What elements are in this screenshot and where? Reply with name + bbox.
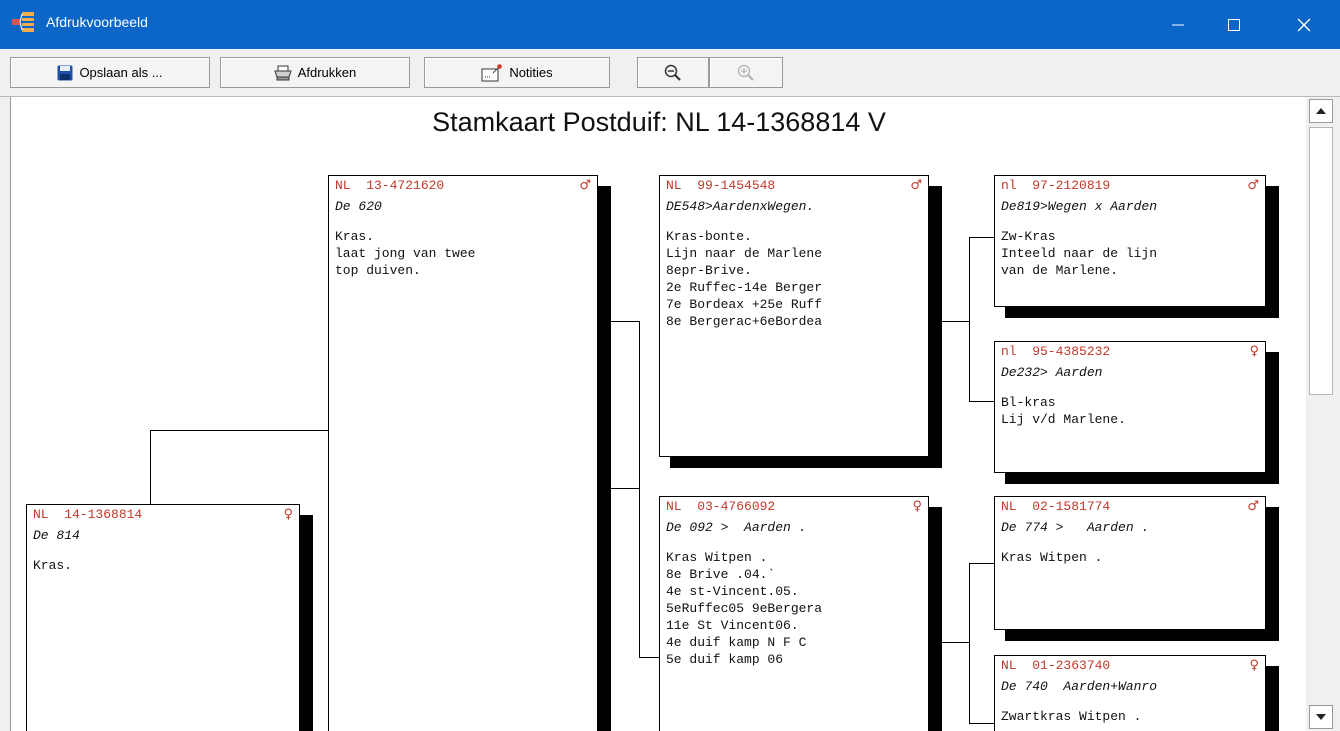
print-button[interactable]: Afdrukken [220,57,410,88]
title-bar: Afdrukvoorbeeld [0,0,1340,49]
close-icon [1297,18,1311,31]
pigeon-name: De819>Wegen x Aarden [1001,199,1158,214]
scroll-thumb[interactable] [1309,127,1333,395]
app-icon [12,12,34,32]
connector-line [150,430,151,505]
minimize-button[interactable] [1150,0,1206,49]
pigeon-name: De232> Aarden [1001,365,1103,380]
notes-label: Notities [509,65,553,80]
pigeon-card-father[interactable]: NL 13-4721620 ♂ De 620 Kras. laat jong va… [328,175,598,731]
pigeon-name: De 814 [33,528,80,543]
scroll-down-button[interactable] [1309,705,1333,729]
pigeon-card-great-grandfather-2[interactable]: NL 02-1581774 ♂ De 774 > Aarden . Kras Wi… [994,496,1266,630]
triangle-down-icon [1316,714,1326,720]
note-line: 4e st-Vincent.05. [666,584,799,599]
note-line: Kras Witpen . [1001,550,1103,565]
note-line: 5e duif kamp 06 [666,652,784,667]
note-line: top duiven. [335,263,421,278]
note-line: 2e Ruffec-14e Berger [666,280,823,295]
note-line: 4e duif kamp N F C [666,635,807,650]
note-pin-icon [481,63,503,81]
note-line: 11e St Vincent06. [666,618,799,633]
note-line: Lij v/d Marlene. [1001,412,1126,427]
female-icon: ♀ [1249,658,1259,673]
save-as-label: Opslaan als ... [79,65,163,80]
ring-number: NL 02-1581774 [1001,499,1111,514]
pigeon-card-great-grandmother-2[interactable]: NL 01-2363740 ♀ De 740 Aarden+Wanro Zwart… [994,655,1266,731]
note-line: Bl-kras [1001,395,1056,410]
pigeon-name: De 774 > Aarden . [1001,520,1150,535]
zoom-out-button[interactable] [637,57,709,88]
male-icon: ♂ [579,178,591,193]
connector-line [969,563,994,564]
female-icon: ♀ [283,507,293,522]
print-preview-window: Afdrukvoorbeeld Opslaan als ... Afdrukke… [0,0,1340,731]
note-line: Kras. [33,558,73,573]
pigeon-name: De 740 Aarden+Wanro [1001,679,1158,694]
connector-line [969,563,970,723]
close-button[interactable] [1276,0,1332,49]
note-line: 8e Bergerac+6eBordea [666,314,823,329]
save-as-button[interactable]: Opslaan als ... [10,57,210,88]
maximize-button[interactable] [1206,0,1262,49]
note-line: Zw-Kras [1001,229,1056,244]
ring-number: NL 03-4766092 [666,499,776,514]
connector-line [150,430,330,431]
toolbar: Opslaan als ... Afdrukken Notities [0,49,1340,97]
zoom-in-icon [737,64,754,81]
male-icon: ♂ [1247,499,1259,514]
pigeon-name: De 092 > Aarden . [666,520,807,535]
note-line: 8e Brive .04.` [666,567,776,582]
pigeon-name: De 620 [335,199,382,214]
note-line: Kras Witpen . [666,550,768,565]
ring-number: NL 99-1454548 [666,178,776,193]
connector-line [969,401,994,402]
ring-number: NL 14-1368814 [33,507,143,522]
note-line: Inteeld naar de lijn [1001,246,1158,261]
print-label: Afdrukken [297,65,357,80]
ring-number: NL 13-4721620 [335,178,445,193]
scroll-up-button[interactable] [1309,99,1333,123]
female-icon: ♀ [912,499,922,514]
zoom-out-icon [664,64,681,81]
notes-button[interactable]: Notities [424,57,610,88]
connector-line [969,723,994,724]
vertical-scrollbar[interactable] [1306,97,1340,731]
note-line: laat jong van twee [335,246,476,261]
note-line: 7e Bordeax +25e Ruff [666,297,823,312]
zoom-in-button[interactable] [709,57,783,88]
pigeon-card-great-grandfather-1[interactable]: nl 97-2120819 ♂ De819>Wegen x Aarden Zw-K… [994,175,1266,307]
pigeon-card-subject[interactable]: NL 14-1368814 ♀ De 814 Kras. [26,504,300,731]
connector-line [639,657,659,658]
pigeon-card-paternal-grandfather[interactable]: NL 99-1454548 ♂ DE548>AardenxWegen. Kras-… [659,175,929,457]
maximize-icon [1228,18,1240,31]
connector-line [969,237,994,238]
minimize-icon [1172,24,1184,25]
note-line: Lijn naar de Marlene [666,246,823,261]
printer-icon [274,65,292,80]
connector-line [639,321,640,657]
pigeon-name: DE548>AardenxWegen. [666,199,815,214]
ring-number: NL 01-2363740 [1001,658,1111,673]
window-title: Afdrukvoorbeeld [46,14,148,30]
ring-number: nl 95-4385232 [1001,344,1111,359]
connector-line [969,237,970,401]
pigeon-card-paternal-grandmother[interactable]: NL 03-4766092 ♀ De 092 > Aarden . Kras Wi… [659,496,929,731]
male-icon: ♂ [910,178,922,193]
preview-canvas: Stamkaart Postduif: NL 14-1368814 V NL 1… [10,97,1306,731]
triangle-up-icon [1316,108,1326,114]
note-line: Kras-bonte. [666,229,752,244]
note-line: Kras. [335,229,375,244]
note-line: 5eRuffec05 9eBergera [666,601,823,616]
male-icon: ♂ [1247,178,1259,193]
document-title: Stamkaart Postduif: NL 14-1368814 V [432,107,886,137]
note-line: van de Marlene. [1001,263,1119,278]
female-icon: ♀ [1249,344,1259,359]
floppy-disk-icon [57,65,73,80]
pigeon-card-great-grandmother-1[interactable]: nl 95-4385232 ♀ De232> Aarden Bl-kras Lij… [994,341,1266,473]
note-line: 8epr-Brive. [666,263,752,278]
note-line: Zwartkras Witpen . [1001,709,1142,724]
ring-number: nl 97-2120819 [1001,178,1111,193]
